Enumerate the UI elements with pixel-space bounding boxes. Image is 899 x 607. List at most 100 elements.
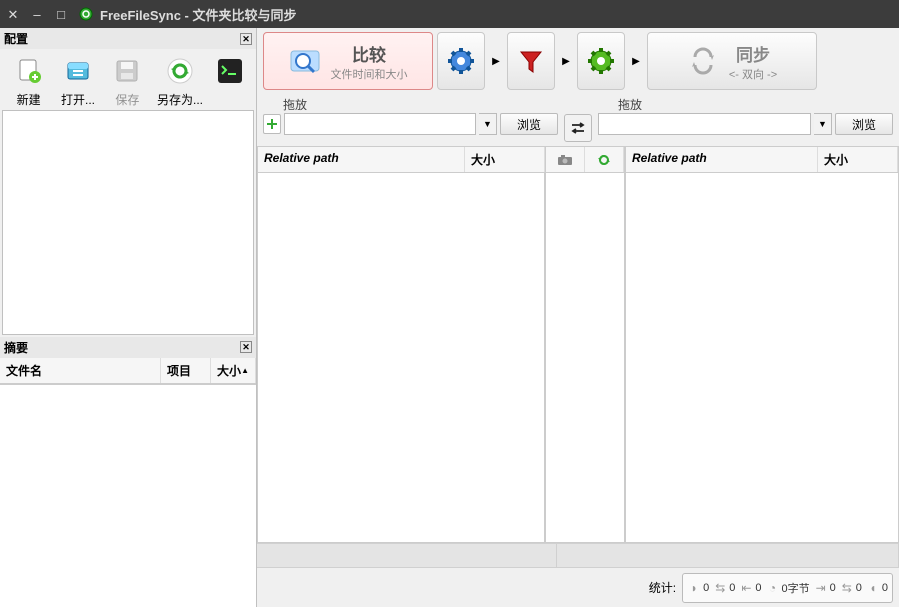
- saveas-sync-button[interactable]: 另存为...: [158, 55, 202, 108]
- left-drop-label: 拖放: [263, 96, 558, 113]
- right-path-history-dropdown[interactable]: ▼: [814, 113, 832, 135]
- config-panel-title: 配置: [4, 30, 28, 47]
- update-right-icon: ⇆: [840, 581, 854, 595]
- summary-panel-close-button[interactable]: ✕: [240, 341, 252, 353]
- mid-col-action[interactable]: [585, 147, 624, 172]
- left-col-size[interactable]: 大小: [465, 147, 545, 172]
- sync-settings-button[interactable]: [577, 32, 625, 90]
- save-config-label: 保存: [115, 91, 139, 108]
- sync-arrows-icon: [687, 45, 719, 77]
- summary-col-items[interactable]: 项目: [161, 358, 211, 383]
- open-config-button[interactable]: 打开...: [59, 55, 96, 108]
- compare-button-label: 比较: [352, 41, 386, 66]
- main-area: 比较 文件时间和大小 ▶ ▶ ▶: [257, 28, 899, 607]
- filter-button[interactable]: [507, 32, 555, 90]
- right-grid[interactable]: [625, 173, 899, 543]
- right-path-input[interactable]: [598, 113, 811, 135]
- stat-update-left: 0: [729, 582, 735, 594]
- window-maximize-button[interactable]: □: [54, 7, 68, 21]
- main-toolbar: 比较 文件时间和大小 ▶ ▶ ▶: [257, 28, 899, 94]
- save-config-button[interactable]: 保存: [109, 55, 146, 108]
- open-config-label: 打开...: [61, 91, 95, 108]
- stat-delete-right: 0: [882, 582, 888, 594]
- folder-pair-panel: 拖放 ▼ 浏览 拖放 ▼: [257, 94, 899, 144]
- right-col-size[interactable]: 大小: [818, 147, 898, 172]
- preview-tab-right[interactable]: [557, 544, 899, 567]
- compare-settings-dropdown[interactable]: ▶: [489, 32, 503, 90]
- sync-settings-dropdown[interactable]: ▶: [629, 32, 643, 90]
- stats-label: 统计:: [649, 579, 676, 596]
- disk-left-icon: ◗: [687, 581, 701, 595]
- right-folder-side: 拖放 ▼ 浏览: [598, 96, 893, 135]
- left-path-history-dropdown[interactable]: ▼: [479, 113, 497, 135]
- saveas-config-label: 另存为...: [157, 91, 203, 108]
- config-panel-header: 配置 ✕: [0, 28, 256, 49]
- titlebar: ✕ – □ FreeFileSync - 文件夹比较与同步: [0, 0, 899, 28]
- stat-update-right: 0: [856, 582, 862, 594]
- right-browse-button[interactable]: 浏览: [835, 113, 893, 135]
- pie-icon: ◔: [766, 581, 780, 595]
- sync-button-sub: <- 双向 ->: [729, 66, 777, 82]
- camera-icon: [557, 154, 573, 166]
- saveas-batch-button[interactable]: [214, 55, 246, 108]
- config-panel-close-button[interactable]: ✕: [240, 33, 252, 45]
- save-icon: [111, 55, 143, 87]
- stat-delete-left: 0: [703, 582, 709, 594]
- sidebar: 配置 ✕ 新建 打开... 保存: [0, 28, 257, 607]
- window-close-button[interactable]: ✕: [6, 7, 20, 21]
- right-col-relpath[interactable]: Relative path: [626, 147, 818, 172]
- grid-body-row: [257, 173, 899, 543]
- app-icon: [78, 6, 94, 22]
- config-toolbar: 新建 打开... 保存 另存为...: [0, 49, 256, 108]
- config-list[interactable]: [2, 110, 254, 335]
- folder-open-icon: [62, 55, 94, 87]
- left-folder-side: 拖放 ▼ 浏览: [263, 96, 558, 135]
- status-bar: 统计: ◗0 ⇆0 ⇤0 ◔0字节 ⇥0 ⇆0 ◖0: [257, 567, 899, 607]
- disk-right-icon: ◖: [866, 581, 880, 595]
- mid-grid[interactable]: [545, 173, 625, 543]
- compare-button-sub: 文件时间和大小: [331, 66, 408, 82]
- summary-panel-title: 摘要: [4, 339, 28, 356]
- compare-settings-button[interactable]: [437, 32, 485, 90]
- left-grid-header: Relative path 大小: [257, 146, 545, 173]
- compare-button[interactable]: 比较 文件时间和大小: [263, 32, 433, 90]
- new-config-label: 新建: [17, 91, 41, 108]
- window-minimize-button[interactable]: –: [30, 7, 44, 21]
- summary-list[interactable]: [0, 384, 256, 607]
- sync-button-label: 同步: [736, 41, 770, 66]
- preview-tab-left[interactable]: [257, 544, 557, 567]
- gear-green-icon: [587, 47, 615, 75]
- left-path-input[interactable]: [284, 113, 476, 135]
- file-new-icon: [13, 55, 45, 87]
- batch-icon: [214, 55, 246, 87]
- refresh-icon: [164, 55, 196, 87]
- left-browse-button[interactable]: 浏览: [500, 113, 558, 135]
- left-col-relpath[interactable]: Relative path: [258, 147, 465, 172]
- right-drop-label: 拖放: [598, 96, 893, 113]
- window-title: FreeFileSync - 文件夹比较与同步: [100, 5, 296, 24]
- gear-blue-icon: [447, 47, 475, 75]
- refresh-small-icon: [596, 152, 612, 168]
- magnifier-icon: [289, 45, 321, 77]
- preview-tabs: [257, 543, 899, 567]
- stat-create-right: 0: [830, 582, 836, 594]
- funnel-icon: [517, 47, 545, 75]
- sync-button[interactable]: 同步 <- 双向 ->: [647, 32, 817, 90]
- update-left-icon: ⇆: [713, 581, 727, 595]
- new-config-button[interactable]: 新建: [10, 55, 47, 108]
- add-pair-button[interactable]: [263, 114, 281, 134]
- summary-col-size[interactable]: 大小▲: [211, 358, 256, 383]
- grid-header-row: Relative path 大小 Relative path 大小: [257, 146, 899, 173]
- summary-col-filename[interactable]: 文件名: [0, 358, 161, 383]
- swap-sides-button[interactable]: [564, 114, 592, 142]
- create-left-icon: ⇤: [739, 581, 753, 595]
- left-grid[interactable]: [257, 173, 545, 543]
- stat-create-left: 0: [755, 582, 761, 594]
- summary-columns: 文件名 项目 大小▲: [0, 358, 256, 384]
- stat-bytes: 0字节: [782, 580, 810, 596]
- right-grid-header: Relative path 大小: [625, 146, 899, 173]
- stats-box: ◗0 ⇆0 ⇤0 ◔0字节 ⇥0 ⇆0 ◖0: [682, 573, 893, 603]
- summary-panel-header: 摘要 ✕: [0, 337, 256, 358]
- filter-dropdown[interactable]: ▶: [559, 32, 573, 90]
- mid-col-category[interactable]: [546, 147, 585, 172]
